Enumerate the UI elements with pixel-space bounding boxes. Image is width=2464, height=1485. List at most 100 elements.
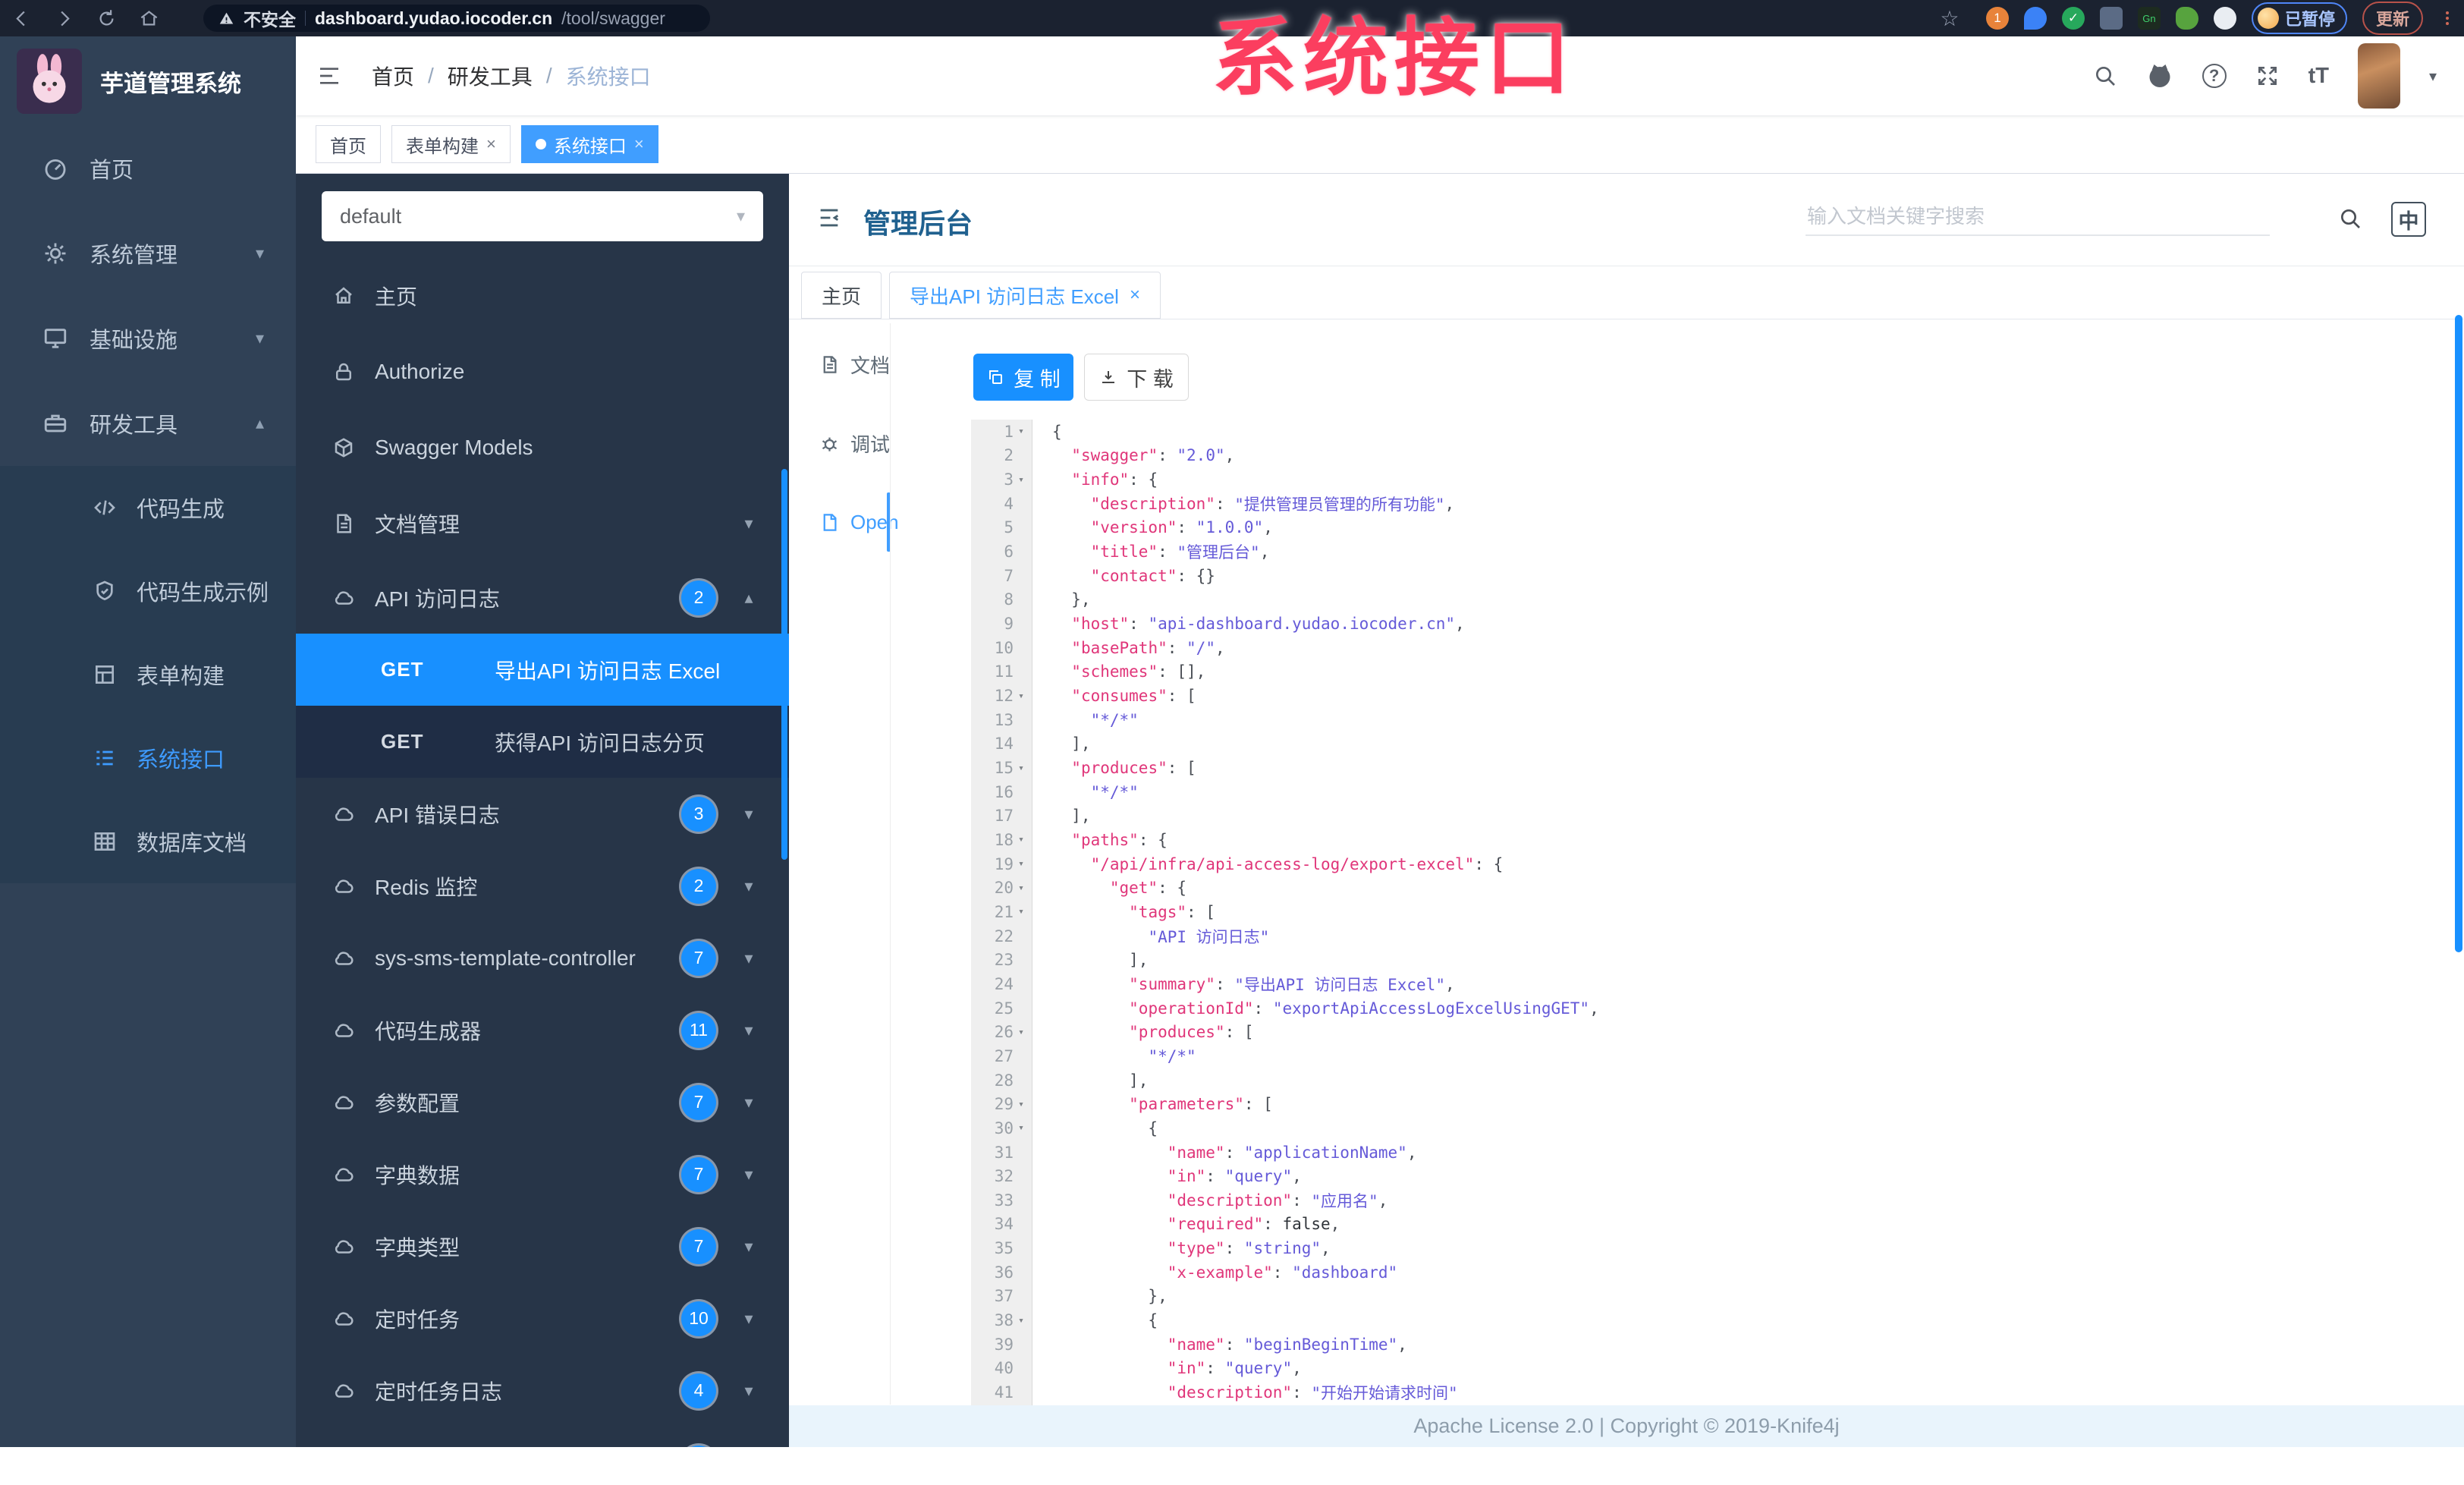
gutter-line: 7 — [971, 564, 1032, 588]
doc-search-input[interactable] — [1806, 199, 2270, 236]
fold-toggle-icon[interactable]: ▾ — [1014, 906, 1029, 917]
bookmark-star-icon[interactable]: ☆ — [1928, 6, 1971, 31]
api-item-code-generator[interactable]: 代码生成器 11 ▾ — [296, 994, 789, 1066]
sidebar-item-db-doc[interactable]: 数据库文档 — [0, 800, 296, 883]
extension-icon[interactable]: ✓ — [2061, 7, 2085, 30]
browser-update-button[interactable]: 更新 — [2362, 2, 2423, 35]
api-item-dict-type[interactable]: 字典类型 7 ▾ — [296, 1210, 789, 1282]
forward-icon[interactable] — [42, 8, 85, 29]
doc-tab-export-excel[interactable]: 导出API 访问日志 Excel × — [889, 272, 1161, 319]
extension-icon[interactable]: 1 — [1985, 7, 2009, 30]
gutter-line: 28 — [971, 1068, 1032, 1093]
api-item-post[interactable]: 岗位▾ — [296, 1427, 789, 1447]
tag-form-build[interactable]: 表单构建 × — [391, 125, 511, 163]
page-scrollbar[interactable] — [2455, 315, 2462, 952]
breadcrumb-item[interactable]: 研发工具 — [448, 61, 533, 91]
search-icon[interactable] — [2338, 206, 2362, 231]
api-item-api-access-log[interactable]: API 访问日志 2 ▴ — [296, 562, 789, 634]
api-item-redis-monitor[interactable]: Redis 监控 2 ▾ — [296, 850, 789, 922]
fold-toggle-icon[interactable]: ▾ — [1014, 474, 1029, 486]
code-token: "title" — [1090, 543, 1158, 562]
api-item-dict-data[interactable]: 字典数据 7 ▾ — [296, 1138, 789, 1210]
app-logo-row[interactable]: 芋道管理系统 — [0, 36, 296, 126]
close-icon[interactable]: × — [634, 134, 644, 154]
sidebar-item-label: 代码生成示例 — [137, 581, 269, 606]
extension-icon[interactable] — [2023, 7, 2047, 30]
fold-toggle-icon[interactable]: ▾ — [1014, 426, 1029, 437]
api-item-label: API 错误日志 — [375, 803, 500, 827]
close-icon[interactable]: × — [1130, 285, 1140, 306]
collapse-sidebar-icon[interactable] — [317, 64, 341, 88]
search-icon[interactable] — [2093, 64, 2117, 88]
tag-system-api[interactable]: 系统接口 × — [520, 125, 658, 163]
fullscreen-icon[interactable] — [2255, 64, 2280, 88]
sidebar-item-codegen[interactable]: 代码生成 — [0, 466, 296, 549]
gutter-line: 5 — [971, 516, 1032, 540]
fold-toggle-icon[interactable]: ▾ — [1014, 858, 1029, 870]
sidebar-item-home[interactable]: 首页 — [0, 126, 296, 211]
doc-menu-doc[interactable]: 文档 — [789, 325, 890, 404]
fold-toggle-icon[interactable]: ▾ — [1014, 691, 1029, 702]
sidebar-item-codegen-demo[interactable]: 代码生成示例 — [0, 549, 296, 633]
kebab-menu-icon[interactable] — [2438, 9, 2456, 27]
copy-button[interactable]: 复 制 — [973, 354, 1073, 401]
tag-home[interactable]: 首页 — [316, 125, 381, 163]
extension-icon[interactable] — [2099, 7, 2123, 30]
sidebar-item-infra[interactable]: 基础设施 ▾ — [0, 296, 296, 381]
fold-toggle-icon[interactable]: ▾ — [1014, 1099, 1029, 1110]
reload-icon[interactable] — [85, 8, 127, 29]
code-line: "get": { — [1052, 876, 2455, 900]
sidebar-item-devtools[interactable]: 研发工具 ▴ — [0, 381, 296, 466]
fold-toggle-icon[interactable]: ▾ — [1014, 1315, 1029, 1326]
fold-toggle-icon[interactable]: ▾ — [1014, 1027, 1029, 1038]
download-button[interactable]: 下 载 — [1084, 354, 1189, 401]
gear-icon — [42, 241, 68, 266]
api-item-sys-sms-template-controller[interactable]: sys-sms-template-controller 7 ▾ — [296, 922, 789, 994]
panel-scrollbar[interactable] — [781, 469, 787, 860]
api-item-homepage[interactable]: 主页 — [296, 258, 789, 334]
extension-icon[interactable]: Gn — [2137, 7, 2161, 30]
api-operation-export-excel[interactable]: GET 导出API 访问日志 Excel — [296, 634, 789, 706]
fold-toggle-icon[interactable]: ▾ — [1014, 1122, 1029, 1134]
chevron-down-icon[interactable]: ▾ — [2429, 67, 2437, 86]
help-icon[interactable]: ? — [2202, 64, 2227, 88]
code-token: : — [1272, 1263, 1293, 1282]
api-item-api-error-log[interactable]: API 错误日志 3 ▾ — [296, 778, 789, 850]
user-avatar[interactable] — [2357, 43, 2400, 109]
api-item-label: 参数配置 — [375, 1091, 460, 1115]
back-icon[interactable] — [0, 8, 42, 29]
app-logo — [17, 49, 82, 114]
sidebar-item-form-build[interactable]: 表单构建 — [0, 633, 296, 716]
doc-tab-home[interactable]: 主页 — [801, 272, 882, 319]
close-icon[interactable]: × — [486, 134, 496, 154]
api-item-label: API 访问日志 — [375, 587, 500, 611]
breadcrumb-item[interactable]: 首页 — [372, 61, 414, 91]
sidebar-item-system-api[interactable]: 系统接口 — [0, 716, 296, 800]
fold-toggle-icon[interactable]: ▾ — [1014, 763, 1029, 774]
home-icon[interactable] — [127, 8, 170, 29]
api-item-param-config[interactable]: 参数配置 7 ▾ — [296, 1066, 789, 1138]
api-item-swagger-models[interactable]: Swagger Models — [296, 410, 789, 486]
profile-paused-chip[interactable]: 已暂停 — [2251, 2, 2347, 34]
doc-menu-open[interactable]: Open — [789, 483, 899, 562]
doc-card: 管理后台 中 主页导出API 访问日志 Excel× 文档调试Open 复 制 … — [789, 173, 2464, 1447]
language-toggle[interactable]: 中 — [2391, 202, 2426, 237]
dbtable-icon — [93, 829, 117, 854]
api-operation-get-page[interactable]: GET 获得API 访问日志分页 — [296, 706, 789, 778]
address-bar[interactable]: 不安全 dashboard.yudao.iocoder.cn /tool/swa… — [203, 5, 710, 32]
api-item-doc-manage[interactable]: 文档管理 ▾ — [296, 486, 789, 562]
api-item-job-log[interactable]: 定时任务日志 4 ▾ — [296, 1354, 789, 1427]
outdent-icon[interactable] — [816, 205, 842, 231]
api-item-job[interactable]: 定时任务 10 ▾ — [296, 1282, 789, 1354]
extension-icon[interactable] — [2175, 7, 2198, 30]
font-size-icon[interactable]: tT — [2308, 64, 2329, 89]
fold-toggle-icon[interactable]: ▾ — [1014, 883, 1029, 894]
api-group-select[interactable]: default ▾ — [322, 191, 763, 241]
sidebar-item-system[interactable]: 系统管理 ▾ — [0, 211, 296, 296]
api-item-authorize[interactable]: Authorize — [296, 334, 789, 410]
github-icon[interactable] — [2146, 62, 2173, 90]
doc-menu-debug[interactable]: 调试 — [789, 404, 890, 483]
extension-icon[interactable] — [2213, 7, 2236, 30]
code-token: "dashboard" — [1292, 1263, 1398, 1282]
fold-toggle-icon[interactable]: ▾ — [1014, 834, 1029, 845]
